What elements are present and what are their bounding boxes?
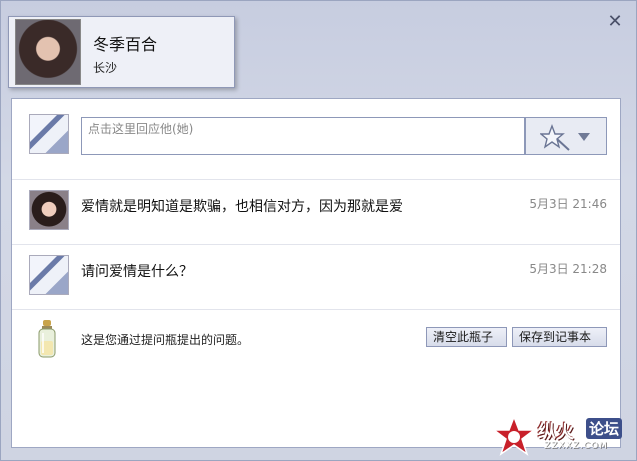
avatar[interactable] <box>29 255 69 295</box>
avatar[interactable] <box>15 19 81 85</box>
star-logo-icon <box>492 416 536 456</box>
avatar[interactable] <box>29 190 69 230</box>
footer: 这是您通过提问瓶提出的问题。 清空此瓶子 保存到记事本 <box>12 310 620 370</box>
clear-bottle-button[interactable]: 清空此瓶子 <box>426 327 507 347</box>
watermark-badge: 论坛 <box>586 418 623 439</box>
chevron-down-icon <box>578 133 590 141</box>
message-text: 爱情就是明知道是欺骗，也相信对方，因为那就是爱 <box>81 199 403 215</box>
dialog-frame: 冬季百合 长沙 ✕ 点击这里回应他(她) 爱情就是明知道是欺骗，也相信对方，因为… <box>0 0 637 461</box>
watermark-logo: 纵火 论坛 ZZXXZ.COM <box>492 414 632 458</box>
profile-name[interactable]: 冬季百合 <box>93 31 157 55</box>
watermark-url: ZZXXZ.COM <box>544 441 608 451</box>
emoticon-dropdown[interactable] <box>525 117 607 155</box>
message-time: 5月3日 21:28 <box>529 262 607 276</box>
message-text: 请问爱情是什么？ <box>81 264 193 280</box>
close-icon[interactable]: ✕ <box>606 13 624 31</box>
profile-city: 长沙 <box>93 61 118 75</box>
list-item: 爱情就是明知道是欺骗，也相信对方，因为那就是爱 5月3日 21:46 <box>12 180 620 245</box>
conversation-panel: 点击这里回应他(她) 爱情就是明知道是欺骗，也相信对方，因为那就是爱 5月3日 … <box>11 98 621 448</box>
reply-input[interactable]: 点击这里回应他(她) <box>81 117 525 155</box>
reply-row: 点击这里回应他(她) <box>12 99 620 180</box>
save-to-notes-button[interactable]: 保存到记事本 <box>512 327 607 347</box>
magic-wand-icon <box>540 124 570 151</box>
avatar <box>29 114 69 154</box>
bottle-icon <box>38 320 56 358</box>
footer-note: 这是您通过提问瓶提出的问题。 <box>81 333 250 347</box>
profile-header: 冬季百合 长沙 <box>8 16 235 88</box>
list-item: 请问爱情是什么？ 5月3日 21:28 <box>12 245 620 310</box>
message-time: 5月3日 21:46 <box>529 197 607 211</box>
